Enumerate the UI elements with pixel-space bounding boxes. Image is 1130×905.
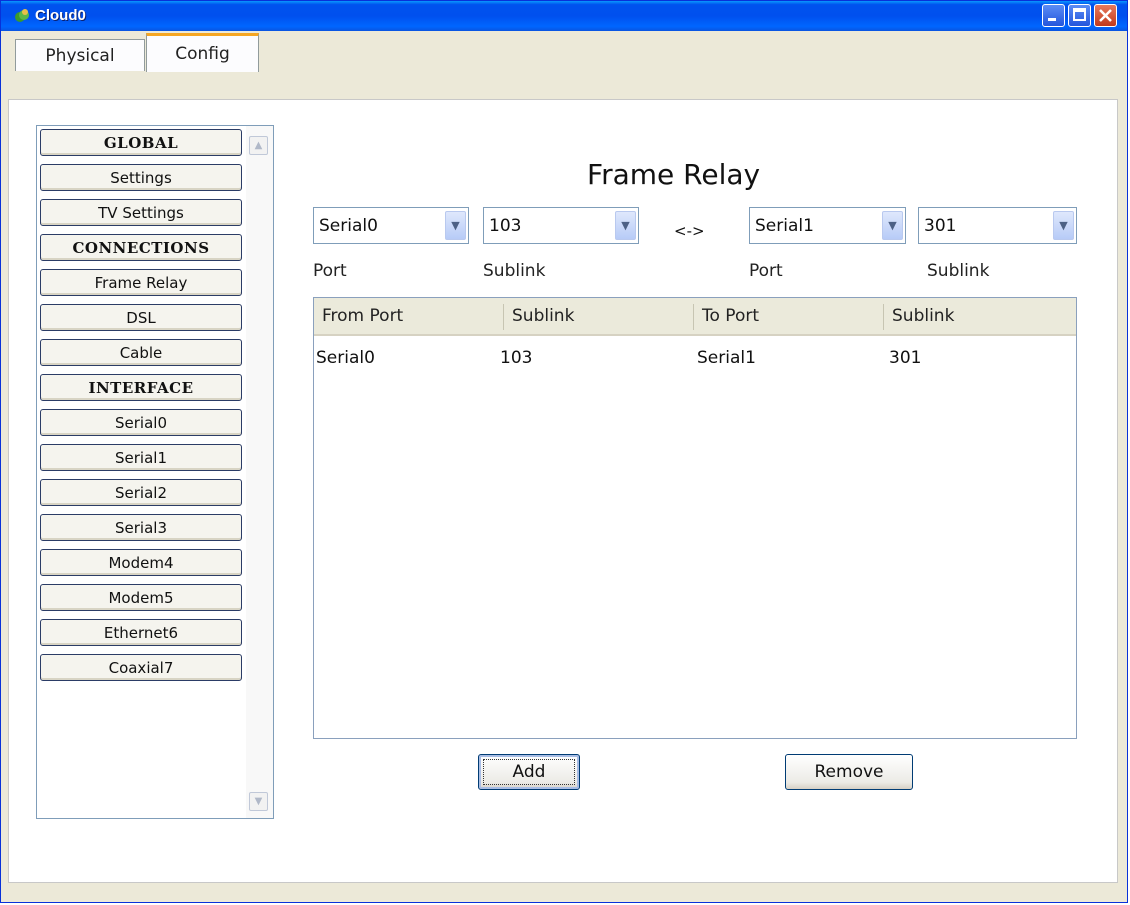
window-title: Cloud0	[35, 7, 86, 24]
to-sublink-select[interactable]: 301 ▼	[918, 207, 1077, 244]
remove-button[interactable]: Remove	[785, 754, 913, 790]
title-bar[interactable]: Cloud0	[1, 1, 1127, 31]
sidebar-header-interface[interactable]: INTERFACE	[40, 374, 242, 401]
link-arrow-label: <->	[674, 222, 705, 240]
to-sublink-value: 301	[924, 216, 957, 236]
from-sublink-label: Sublink	[483, 261, 546, 281]
sidebar-item-serial3[interactable]: Serial3	[40, 514, 242, 541]
sidebar-scrollbar[interactable]: ▲ ▼	[246, 126, 273, 818]
column-divider	[503, 304, 504, 330]
sidebar-item-coaxial7[interactable]: Coaxial7	[40, 654, 242, 681]
from-sublink-select[interactable]: 103 ▼	[483, 207, 639, 244]
chevron-down-icon[interactable]: ▼	[615, 211, 636, 240]
chevron-down-icon[interactable]: ▼	[445, 211, 466, 240]
scroll-down-button[interactable]: ▼	[249, 792, 268, 811]
chevron-down-icon[interactable]: ▼	[1053, 211, 1074, 240]
to-port-select[interactable]: Serial1 ▼	[749, 207, 906, 244]
to-port-value: Serial1	[755, 216, 814, 236]
from-port-label: Port	[313, 261, 347, 281]
table-cell-from-port: Serial0	[316, 348, 375, 368]
column-header-to-port[interactable]: To Port	[694, 298, 884, 336]
table-cell-sublink: 103	[500, 348, 533, 368]
to-port-label: Port	[749, 261, 783, 281]
sidebar-item-ethernet6[interactable]: Ethernet6	[40, 619, 242, 646]
chevron-down-icon[interactable]: ▼	[882, 211, 903, 240]
from-port-select[interactable]: Serial0 ▼	[313, 207, 469, 244]
sidebar-item-settings[interactable]: Settings	[40, 164, 242, 191]
sidebar-item-modem4[interactable]: Modem4	[40, 549, 242, 576]
from-port-value: Serial0	[319, 216, 378, 236]
to-sublink-label: Sublink	[927, 261, 990, 281]
focus-ring	[483, 759, 575, 785]
column-header-from-port[interactable]: From Port	[314, 298, 504, 336]
sidebar-item-frame-relay[interactable]: Frame Relay	[40, 269, 242, 296]
sidebar-item-cable[interactable]: Cable	[40, 339, 242, 366]
sidebar-item-dsl[interactable]: DSL	[40, 304, 242, 331]
minimize-button[interactable]	[1042, 4, 1065, 27]
column-header-sublink[interactable]: Sublink	[504, 298, 694, 336]
sidebar-item-serial0[interactable]: Serial0	[40, 409, 242, 436]
sidebar-item-serial1[interactable]: Serial1	[40, 444, 242, 471]
table-cell-sublink: 301	[889, 348, 922, 368]
tab-physical[interactable]: Physical	[15, 39, 145, 71]
sidebar-item-modem5[interactable]: Modem5	[40, 584, 242, 611]
sidebar-item-serial2[interactable]: Serial2	[40, 479, 242, 506]
tab-config[interactable]: Config	[146, 33, 259, 72]
add-button[interactable]: Add	[478, 754, 580, 790]
column-divider	[883, 304, 884, 330]
sidebar: GLOBAL Settings TV Settings CONNECTIONS …	[36, 125, 274, 819]
cloud-app-icon	[15, 9, 29, 22]
chevron-down-icon: ▼	[254, 796, 263, 807]
table-cell-to-port: Serial1	[697, 348, 756, 368]
maximize-icon	[1073, 8, 1086, 21]
sidebar-header-global[interactable]: GLOBAL	[40, 129, 242, 156]
column-divider	[693, 304, 694, 330]
column-header-sublink[interactable]: Sublink	[884, 298, 1076, 336]
from-sublink-value: 103	[489, 216, 522, 236]
sidebar-item-tv-settings[interactable]: TV Settings	[40, 199, 242, 226]
page-title: Frame Relay	[587, 158, 761, 191]
scroll-up-button[interactable]: ▲	[249, 136, 268, 155]
minimize-icon	[1048, 18, 1056, 21]
close-icon	[1099, 9, 1112, 22]
sidebar-header-connections[interactable]: CONNECTIONS	[40, 234, 242, 261]
maximize-button[interactable]	[1068, 4, 1091, 27]
frame-relay-table: From Port Sublink To Port Sublink Serial…	[313, 297, 1077, 739]
close-button[interactable]	[1094, 4, 1117, 27]
chevron-up-icon: ▲	[254, 140, 263, 151]
